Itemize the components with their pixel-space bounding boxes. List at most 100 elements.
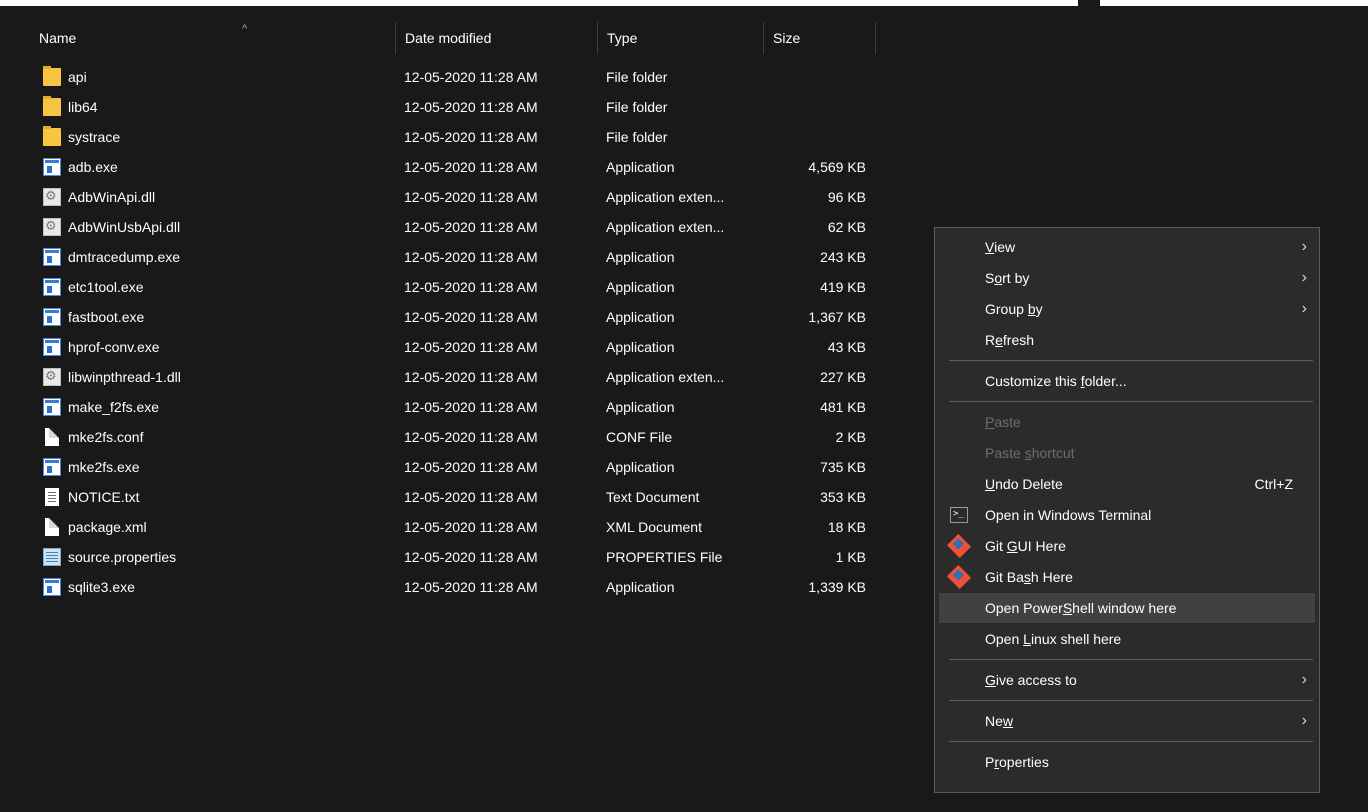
file-name: mke2fs.conf <box>68 429 144 445</box>
chevron-right-icon: › <box>1301 671 1307 688</box>
file-icon <box>45 518 59 536</box>
file-size: 243 KB <box>820 249 866 265</box>
application-icon <box>43 248 61 266</box>
file-size: 1,339 KB <box>808 579 866 595</box>
application-icon <box>43 458 61 476</box>
menu-item-paste[interactable]: Paste <box>939 407 1315 437</box>
menu-item-paste-shortcut[interactable]: Paste shortcut <box>939 438 1315 468</box>
menu-separator <box>949 401 1313 402</box>
file-row[interactable]: api 12-05-2020 11:28 AM File folder <box>0 62 900 92</box>
file-type: Application exten... <box>606 189 725 205</box>
file-type: Text Document <box>606 489 700 505</box>
menu-item-git-bash[interactable]: Git Bash Here <box>939 562 1315 592</box>
file-row[interactable]: dmtracedump.exe 12-05-2020 11:28 AM Applic… <box>0 242 900 272</box>
file-row[interactable]: hprof-conv.exe 12-05-2020 11:28 AM Applica… <box>0 332 900 362</box>
file-type: PROPERTIES File <box>606 549 723 565</box>
file-row[interactable]: AdbWinUsbApi.dll 12-05-2020 11:28 AM Appli… <box>0 212 900 242</box>
file-size: 735 KB <box>820 459 866 475</box>
properties-icon <box>43 548 61 566</box>
file-size: 1,367 KB <box>808 309 866 325</box>
file-type: Application <box>606 399 675 415</box>
file-name: fastboot.exe <box>68 309 145 325</box>
file-name: package.xml <box>68 519 147 535</box>
file-name: api <box>68 69 87 85</box>
file-size <box>776 122 866 152</box>
file-name: AdbWinApi.dll <box>68 189 156 205</box>
file-row[interactable]: lib64 12-05-2020 11:28 AM File folder <box>0 92 900 122</box>
context-menu: View › Sort by › Group by › Refresh Customize t… <box>934 227 1320 793</box>
file-row[interactable]: source.properties 12-05-2020 11:28 AM PROP… <box>0 542 900 572</box>
menu-item-label: New <box>985 713 1014 729</box>
file-type: File folder <box>606 99 668 115</box>
menu-item-git-gui[interactable]: Git GUI Here <box>939 531 1315 561</box>
application-icon <box>43 578 61 596</box>
menu-separator <box>949 700 1313 701</box>
menu-item-customize-folder[interactable]: Customize this folder... <box>939 366 1315 396</box>
file-row[interactable]: fastboot.exe 12-05-2020 11:28 AM Applicati… <box>0 302 900 332</box>
folder-icon <box>43 66 61 86</box>
chevron-right-icon: › <box>1301 300 1307 317</box>
file-row[interactable]: mke2fs.conf 12-05-2020 11:28 AM CONF File 2… <box>0 422 900 452</box>
file-size: 227 KB <box>820 369 866 385</box>
dll-icon <box>43 218 61 236</box>
file-name: mke2fs.exe <box>68 459 140 475</box>
file-name: adb.exe <box>68 159 118 175</box>
menu-item-open-powershell[interactable]: Open PowerShell window here <box>939 593 1315 623</box>
menu-item-shortcut: Ctrl+Z <box>1254 476 1294 492</box>
column-header-date[interactable]: Date modified <box>396 22 598 54</box>
menu-item-label: Open in Windows Terminal <box>985 507 1152 523</box>
file-name: dmtracedump.exe <box>68 249 181 265</box>
file-row[interactable]: etc1tool.exe 12-05-2020 11:28 AM Applicati… <box>0 272 900 302</box>
menu-separator <box>949 659 1313 660</box>
column-header-size[interactable]: Size <box>764 22 876 54</box>
file-date-modified: 12-05-2020 11:28 AM <box>404 519 538 535</box>
file-row[interactable]: libwinpthread-1.dll 12-05-2020 11:28 AM Ap… <box>0 362 900 392</box>
file-type: XML Document <box>606 519 702 535</box>
file-name: systrace <box>68 129 121 145</box>
file-size <box>776 92 866 122</box>
file-row[interactable]: sqlite3.exe 12-05-2020 11:28 AM Applicatio… <box>0 572 900 602</box>
column-header-name[interactable]: Name ^ <box>30 22 396 54</box>
file-row[interactable]: mke2fs.exe 12-05-2020 11:28 AM Application… <box>0 452 900 482</box>
file-row[interactable]: make_f2fs.exe 12-05-2020 11:28 AM Applicat… <box>0 392 900 422</box>
menu-item-label: Group by <box>985 301 1043 317</box>
file-row[interactable]: package.xml 12-05-2020 11:28 AM XML Docume… <box>0 512 900 542</box>
file-type: Application <box>606 309 675 325</box>
menu-item-group-by[interactable]: Group by › <box>939 294 1315 324</box>
menu-item-sort-by[interactable]: Sort by › <box>939 263 1315 293</box>
application-icon <box>43 158 61 176</box>
column-divider[interactable] <box>875 22 876 54</box>
file-name: sqlite3.exe <box>68 579 135 595</box>
file-name: NOTICE.txt <box>68 489 140 505</box>
file-date-modified: 12-05-2020 11:28 AM <box>404 459 538 475</box>
dll-icon <box>43 368 61 386</box>
column-header-type[interactable]: Type <box>598 22 764 54</box>
menu-item-open-linux-shell[interactable]: Open Linux shell here <box>939 624 1315 654</box>
menu-item-open-terminal[interactable]: Open in Windows Terminal <box>939 500 1315 530</box>
menu-item-undo-delete[interactable]: Undo Delete Ctrl+Z <box>939 469 1315 499</box>
menu-item-properties[interactable]: Properties <box>939 747 1315 777</box>
file-date-modified: 12-05-2020 11:28 AM <box>404 249 538 265</box>
dll-icon <box>43 188 61 206</box>
folder-icon <box>43 126 61 146</box>
file-type: Application <box>606 579 675 595</box>
menu-item-give-access[interactable]: Give access to › <box>939 665 1315 695</box>
file-type: File folder <box>606 69 668 85</box>
file-size: 96 KB <box>827 189 866 205</box>
file-date-modified: 12-05-2020 11:28 AM <box>404 219 538 235</box>
file-date-modified: 12-05-2020 11:28 AM <box>404 549 538 565</box>
menu-item-label: Give access to <box>985 672 1077 688</box>
file-size: 419 KB <box>820 279 866 295</box>
application-icon <box>43 278 61 296</box>
file-row[interactable]: systrace 12-05-2020 11:28 AM File folder <box>0 122 900 152</box>
terminal-icon <box>950 507 968 523</box>
file-name: source.properties <box>68 549 177 565</box>
file-icon <box>45 428 59 446</box>
file-row[interactable]: adb.exe 12-05-2020 11:28 AM Application 4,5… <box>0 152 900 182</box>
menu-item-refresh[interactable]: Refresh <box>939 325 1315 355</box>
menu-item-label: Refresh <box>985 332 1035 348</box>
menu-item-view[interactable]: View › <box>939 232 1315 262</box>
menu-item-new[interactable]: New › <box>939 706 1315 736</box>
file-row[interactable]: AdbWinApi.dll 12-05-2020 11:28 AM Applicat… <box>0 182 900 212</box>
file-row[interactable]: NOTICE.txt 12-05-2020 11:28 AM Text Docume… <box>0 482 900 512</box>
